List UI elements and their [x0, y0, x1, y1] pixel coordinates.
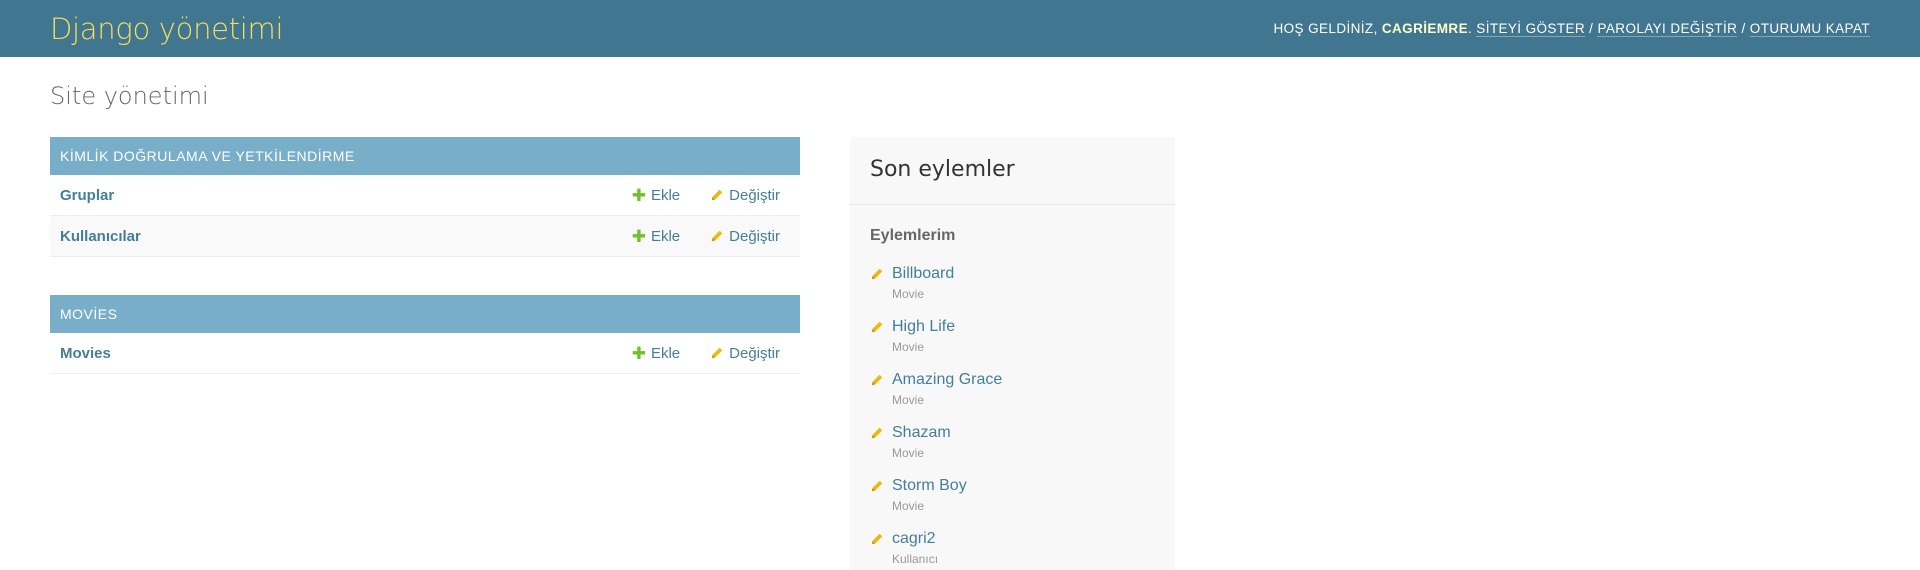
page-title: Site yönetimi — [50, 82, 209, 110]
app-module-movies: MOVİES Movies ✚ Ekle Değiştir — [50, 295, 800, 374]
list-item: Amazing Grace Movie — [870, 371, 1155, 424]
action-type: Movie — [892, 287, 925, 301]
action-link[interactable]: Billboard — [892, 265, 954, 283]
app-caption[interactable]: KİMLİK DOĞRULAMA VE YETKİLENDİRME — [50, 137, 800, 175]
pencil-icon — [871, 427, 883, 439]
change-password-link[interactable]: PAROLAYI DEĞİŞTİR — [1597, 21, 1738, 37]
action-type: Movie — [892, 340, 925, 354]
model-link-users[interactable]: Kullanıcılar — [60, 228, 632, 245]
table-row: Gruplar ✚ Ekle Değiştir — [50, 175, 800, 216]
pencil-icon — [711, 230, 723, 242]
list-item: Storm Boy Movie — [870, 477, 1155, 530]
app-module-auth: KİMLİK DOĞRULAMA VE YETKİLENDİRME Grupla… — [50, 137, 800, 257]
plus-icon: ✚ — [631, 226, 646, 246]
user-tools: HOŞ GELDİNİZ, CAGRİEMRE. SİTEYİ GÖSTER /… — [1273, 21, 1870, 37]
action-type: Movie — [892, 499, 925, 513]
logout-link[interactable]: OTURUMU KAPAT — [1749, 21, 1870, 37]
change-users-link[interactable]: Değiştir — [710, 228, 780, 245]
app-caption-label: MOVİES — [60, 306, 118, 322]
add-groups-link[interactable]: ✚ Ekle — [632, 187, 680, 204]
action-type: Movie — [892, 393, 925, 407]
recent-actions-title: Son eylemler — [850, 137, 1175, 205]
model-link-movies[interactable]: Movies — [60, 345, 632, 362]
branding-title[interactable]: Django yönetimi — [50, 12, 284, 46]
plus-icon: ✚ — [631, 185, 646, 205]
change-movies-link[interactable]: Değiştir — [710, 345, 780, 362]
table-row: Kullanıcılar ✚ Ekle Değiştir — [50, 216, 800, 257]
separator: / — [1741, 21, 1746, 36]
action-link[interactable]: Storm Boy — [892, 477, 967, 495]
my-actions-title: Eylemlerim — [870, 227, 956, 244]
add-label: Ekle — [650, 227, 681, 245]
pencil-icon — [871, 533, 883, 545]
recent-actions-panel: Son eylemler Eylemlerim Billboard Movie … — [850, 137, 1175, 570]
app-caption-label: KİMLİK DOĞRULAMA VE YETKİLENDİRME — [60, 148, 355, 164]
list-item: High Life Movie — [870, 318, 1155, 371]
app-caption[interactable]: MOVİES — [50, 295, 800, 333]
change-groups-link[interactable]: Değiştir — [710, 187, 780, 204]
model-link-groups[interactable]: Gruplar — [60, 187, 632, 204]
action-link[interactable]: Shazam — [892, 424, 951, 442]
action-type: Movie — [892, 446, 925, 460]
plus-icon: ✚ — [631, 343, 646, 363]
change-label: Değiştir — [729, 186, 780, 204]
list-item: Billboard Movie — [870, 265, 1155, 318]
pencil-icon — [711, 347, 723, 359]
list-item: Shazam Movie — [870, 424, 1155, 477]
username: CAGRİEMRE — [1381, 21, 1468, 36]
action-type: Kullanıcı — [892, 552, 939, 566]
pencil-icon — [871, 374, 883, 386]
change-label: Değiştir — [729, 227, 780, 245]
view-site-link[interactable]: SİTEYİ GÖSTER — [1476, 21, 1586, 37]
pencil-icon — [871, 321, 883, 333]
action-link[interactable]: High Life — [892, 318, 955, 336]
header: Django yönetimi HOŞ GELDİNİZ, CAGRİEMRE.… — [0, 0, 1920, 57]
separator: / — [1589, 21, 1594, 36]
add-movies-link[interactable]: ✚ Ekle — [632, 345, 680, 362]
action-list: Billboard Movie High Life Movie Amazing … — [850, 245, 1175, 570]
action-link[interactable]: Amazing Grace — [892, 371, 1002, 389]
pencil-icon — [871, 480, 883, 492]
add-label: Ekle — [650, 344, 681, 362]
change-label: Değiştir — [729, 344, 780, 362]
add-label: Ekle — [650, 186, 681, 204]
add-users-link[interactable]: ✚ Ekle — [632, 228, 680, 245]
table-row: Movies ✚ Ekle Değiştir — [50, 333, 800, 374]
pencil-icon — [871, 268, 883, 280]
welcome-text: HOŞ GELDİNİZ, — [1273, 21, 1378, 36]
welcome-period: . — [1467, 21, 1473, 36]
list-item: cagri2 Kullanıcı — [870, 530, 1155, 570]
action-link[interactable]: cagri2 — [892, 530, 938, 548]
pencil-icon — [711, 189, 723, 201]
